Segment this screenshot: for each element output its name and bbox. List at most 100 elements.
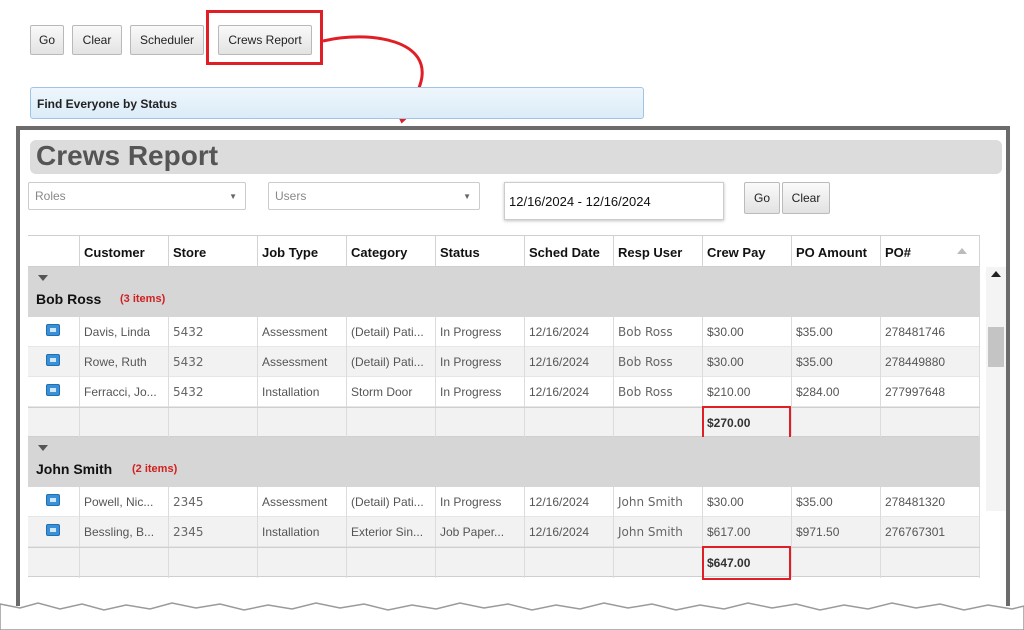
table-cell: Rowe, Ruth <box>80 347 169 377</box>
collapse-triangle-icon[interactable] <box>38 445 48 451</box>
header-status[interactable]: Status <box>436 236 525 268</box>
sort-arrow-icon <box>957 248 967 254</box>
table-cell: Installation <box>258 517 347 547</box>
go-button[interactable]: Go <box>30 25 64 55</box>
table-cell: Powell, Nic... <box>80 487 169 517</box>
header-icon-col <box>28 236 80 268</box>
collapse-triangle-icon[interactable] <box>38 275 48 281</box>
table-cell: Exterior Sin... <box>347 517 436 547</box>
scroll-up-icon[interactable] <box>991 271 1001 277</box>
table-row[interactable]: Davis, Linda 5432 Assessment (Detail) Pati.… <box>28 317 980 347</box>
crews-report-panel: Crews Report Roles ▼ Users ▼ 12/16/2024 … <box>16 126 1010 606</box>
summary-empty-cell <box>258 408 347 438</box>
table-row[interactable]: Rowe, Ruth 5432 Assessment (Detail) Pati...… <box>28 347 980 377</box>
header-category[interactable]: Category <box>347 236 436 268</box>
table-cell: In Progress <box>436 347 525 377</box>
table-cell: 12/16/2024 <box>525 317 614 347</box>
table-row[interactable]: Ferracci, Jo... 5432 Installation Storm Doo… <box>28 377 980 407</box>
grid-header: Customer Store Job Type Category Status … <box>28 235 980 268</box>
table-cell: $30.00 <box>703 317 792 347</box>
summary-empty-cell <box>169 548 258 578</box>
header-customer[interactable]: Customer <box>80 236 169 268</box>
table-cell: 278481746 <box>881 317 980 347</box>
table-cell: 12/16/2024 <box>525 347 614 377</box>
header-store[interactable]: Store <box>169 236 258 268</box>
table-cell: $30.00 <box>703 347 792 377</box>
users-dropdown[interactable]: Users ▼ <box>268 182 480 210</box>
vertical-scrollbar[interactable] <box>986 267 1006 511</box>
total-highlight <box>702 546 791 580</box>
table-cell: 276767301 <box>881 517 980 547</box>
details-icon[interactable] <box>46 524 60 536</box>
roles-dropdown[interactable]: Roles ▼ <box>28 182 246 210</box>
table-cell: 277997648 <box>881 377 980 407</box>
summary-empty-cell <box>881 408 980 438</box>
table-cell: $284.00 <box>792 377 881 407</box>
summary-empty-cell <box>792 408 881 438</box>
report-title-bar: Crews Report <box>30 140 1002 174</box>
summary-empty-cell <box>436 548 525 578</box>
summary-empty-cell <box>881 548 980 578</box>
table-cell: 5432 <box>169 377 258 407</box>
summary-empty-cell <box>614 408 703 438</box>
header-resp-user[interactable]: Resp User <box>614 236 703 268</box>
summary-empty-cell <box>525 548 614 578</box>
details-icon[interactable] <box>46 384 60 396</box>
group-name: John Smith <box>36 461 113 477</box>
row-icon-cell[interactable] <box>28 517 80 547</box>
table-cell: In Progress <box>436 377 525 407</box>
summary-empty-cell <box>792 548 881 578</box>
total-highlight <box>702 406 791 440</box>
table-row[interactable]: Bessling, B... 2345 Installation Exterior S… <box>28 517 980 547</box>
summary-empty-cell <box>258 548 347 578</box>
table-cell: Installation <box>258 377 347 407</box>
header-sched-date[interactable]: Sched Date <box>525 236 614 268</box>
scheduler-button[interactable]: Scheduler <box>130 25 204 55</box>
row-icon-cell[interactable] <box>28 317 80 347</box>
row-icon-cell[interactable] <box>28 347 80 377</box>
row-icon-cell[interactable] <box>28 487 80 517</box>
table-cell: In Progress <box>436 487 525 517</box>
group-header[interactable]: John Smith (2 items) <box>28 437 980 487</box>
table-cell: $210.00 <box>703 377 792 407</box>
clear-button[interactable]: Clear <box>72 25 122 55</box>
table-cell: $35.00 <box>792 487 881 517</box>
table-cell: Assessment <box>258 347 347 377</box>
crews-report-highlight <box>206 10 323 65</box>
details-icon[interactable] <box>46 354 60 366</box>
chevron-down-icon: ▼ <box>463 192 471 201</box>
page-title: Crews Report <box>36 140 219 171</box>
table-cell: 2345 <box>169 487 258 517</box>
filter-go-button[interactable]: Go <box>744 182 780 214</box>
find-by-status-bar[interactable]: Find Everyone by Status <box>30 87 644 119</box>
details-icon[interactable] <box>46 494 60 506</box>
row-icon-cell[interactable] <box>28 377 80 407</box>
table-row[interactable]: Powell, Nic... 2345 Assessment (Detail) Pat… <box>28 487 980 517</box>
table-cell: John Smith <box>614 517 703 547</box>
group-count: (3 items) <box>120 293 166 305</box>
header-crew-pay[interactable]: Crew Pay <box>703 236 792 268</box>
group-count: (2 items) <box>132 463 178 475</box>
group-header[interactable]: Bob Ross (3 items) <box>28 267 980 317</box>
torn-edge <box>0 602 1024 630</box>
header-job-type[interactable]: Job Type <box>258 236 347 268</box>
summary-empty-cell <box>347 548 436 578</box>
table-cell: $617.00 <box>703 517 792 547</box>
header-po-amount[interactable]: PO Amount <box>792 236 881 268</box>
details-icon[interactable] <box>46 324 60 336</box>
table-cell: In Progress <box>436 317 525 347</box>
table-cell: 278449880 <box>881 347 980 377</box>
chevron-down-icon: ▼ <box>229 192 237 201</box>
table-cell: Bob Ross <box>614 347 703 377</box>
date-range-input[interactable]: 12/16/2024 - 12/16/2024 <box>504 182 724 220</box>
header-po-number[interactable]: PO# <box>881 236 980 268</box>
table-cell: 2345 <box>169 517 258 547</box>
filter-clear-button[interactable]: Clear <box>782 182 830 214</box>
table-cell: 12/16/2024 <box>525 377 614 407</box>
group-summary-row: $270.00 <box>28 406 980 440</box>
summary-empty-cell <box>436 408 525 438</box>
table-cell: John Smith <box>614 487 703 517</box>
summary-empty-cell <box>347 408 436 438</box>
scroll-thumb[interactable] <box>988 327 1004 367</box>
table-cell: Bessling, B... <box>80 517 169 547</box>
